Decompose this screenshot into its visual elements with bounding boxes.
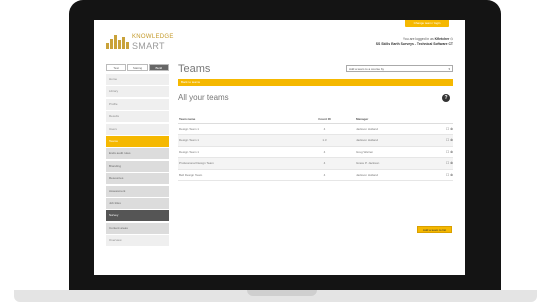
- sidebar-item-results[interactable]: Results: [106, 111, 169, 123]
- user-info: You are logged in as Kfletcher ⏻ SS Skil…: [376, 37, 453, 47]
- app-header: Change team / login KNOWLEDGE SMART You …: [94, 20, 465, 57]
- team-name-cell[interactable]: Design Team 1: [178, 134, 293, 147]
- column-header-count[interactable]: Count ID: [293, 115, 356, 124]
- logo-text-bottom: SMART: [132, 41, 165, 51]
- sidebar: Test Stating Build Home Library Profile …: [106, 64, 169, 275]
- team-select[interactable]: Add a team to a course by ▾: [346, 65, 453, 72]
- help-icon[interactable]: ?: [442, 94, 450, 102]
- logo[interactable]: KNOWLEDGE SMART: [106, 32, 186, 52]
- table-row: Design Team 1 4 Jackson Holland ☐ ⊗: [178, 123, 453, 135]
- team-name-cell[interactable]: Design Team 1: [178, 123, 293, 135]
- team-count-cell: 4: [293, 123, 356, 135]
- toggle-build[interactable]: Build: [148, 64, 169, 71]
- sidebar-item-branding[interactable]: Branding: [106, 160, 169, 172]
- column-header-actions: [433, 115, 453, 124]
- table-row: Design Team 1 4 Greg Warren ☐ ⊗: [178, 146, 453, 158]
- logout-icon[interactable]: ⏻: [450, 37, 453, 41]
- toggle-test[interactable]: Test: [106, 64, 127, 71]
- sidebar-item-assessment[interactable]: Assessment: [106, 185, 169, 197]
- team-manager-cell: Jackson Holland: [356, 123, 433, 135]
- team-name-cell[interactable]: Design Team 1: [178, 146, 293, 158]
- team-manager-cell: Grace P. Jackson: [356, 157, 433, 170]
- column-header-team-name[interactable]: Team name: [178, 115, 293, 124]
- team-count-cell: 4: [293, 169, 356, 181]
- sidebar-item-profile[interactable]: Profile: [106, 98, 169, 110]
- laptop-notch: [247, 290, 317, 296]
- back-to-teams-bar[interactable]: Back to teams: [178, 79, 453, 86]
- table-row: Professional Design Team 4 Grace P. Jack…: [178, 157, 453, 170]
- table-row: Design Team 1 1.3 Jackson Holland ☐ ⊗: [178, 134, 453, 147]
- logo-icon: [106, 34, 130, 49]
- teams-table: Team name Count ID Manager Design Team 1…: [178, 115, 453, 181]
- team-manager-cell: Jackson Holland: [356, 169, 433, 181]
- sidebar-item-library[interactable]: Library: [106, 86, 169, 98]
- organisation-name: SS Skills Earth Surveys - Technical Soft…: [375, 42, 453, 46]
- sidebar-item-job-titles[interactable]: Job titles: [106, 197, 169, 209]
- add-team-button[interactable]: Add a team to list: [417, 226, 452, 233]
- row-action-icons[interactable]: ☐ ⊗: [433, 123, 453, 135]
- sidebar-item-teams[interactable]: Teams: [106, 135, 169, 147]
- chevron-down-icon: ▾: [448, 67, 450, 71]
- team-count-cell: 4: [293, 157, 356, 170]
- team-count-cell: 4: [293, 146, 356, 158]
- logged-in-prefix: You are logged in as: [402, 37, 434, 41]
- team-manager-cell: Jackson Holland: [356, 134, 433, 147]
- team-manager-cell: Greg Warren: [356, 146, 433, 158]
- table-row: Bell Design Team 4 Jackson Holland ☐ ⊗: [178, 169, 453, 181]
- logo-text-top: KNOWLEDGE: [132, 34, 174, 40]
- row-action-icons[interactable]: ☐ ⊗: [433, 146, 453, 158]
- team-select-value: Add a team to a course by: [349, 67, 385, 71]
- row-action-icons[interactable]: ☐ ⊗: [433, 169, 453, 181]
- sidebar-item-content-areas[interactable]: Content areas: [106, 222, 169, 234]
- sidebar-item-home[interactable]: Home: [106, 74, 169, 85]
- sidebar-item-resources[interactable]: Resources: [106, 173, 169, 185]
- toggle-stating[interactable]: Stating: [127, 64, 148, 71]
- user-name[interactable]: Kfletcher: [435, 37, 450, 41]
- sidebar-item-audit-rules[interactable]: Ends audit rules: [106, 148, 169, 160]
- row-action-icons[interactable]: ☐ ⊗: [433, 157, 453, 170]
- change-team-button[interactable]: Change team / login: [405, 20, 449, 27]
- team-name-cell[interactable]: Professional Design Team: [178, 157, 293, 170]
- team-name-cell[interactable]: Bell Design Team: [178, 169, 293, 181]
- environment-toggle: Test Stating Build: [106, 64, 169, 71]
- app-screen: Change team / login KNOWLEDGE SMART You …: [94, 20, 465, 275]
- row-action-icons[interactable]: ☐ ⊗: [433, 134, 453, 147]
- sidebar-item-overview[interactable]: Overview: [106, 235, 169, 247]
- sidebar-item-survey[interactable]: Survey: [106, 210, 169, 222]
- column-header-manager[interactable]: Manager: [356, 115, 433, 124]
- section-title: All your teams: [178, 93, 229, 102]
- sidebar-item-users[interactable]: Users: [106, 123, 169, 135]
- table-header-row: Team name Count ID Manager: [178, 115, 453, 124]
- team-count-cell: 1.3: [293, 134, 356, 147]
- main-content: Teams Add a team to a course by ▾ Back t…: [178, 63, 453, 275]
